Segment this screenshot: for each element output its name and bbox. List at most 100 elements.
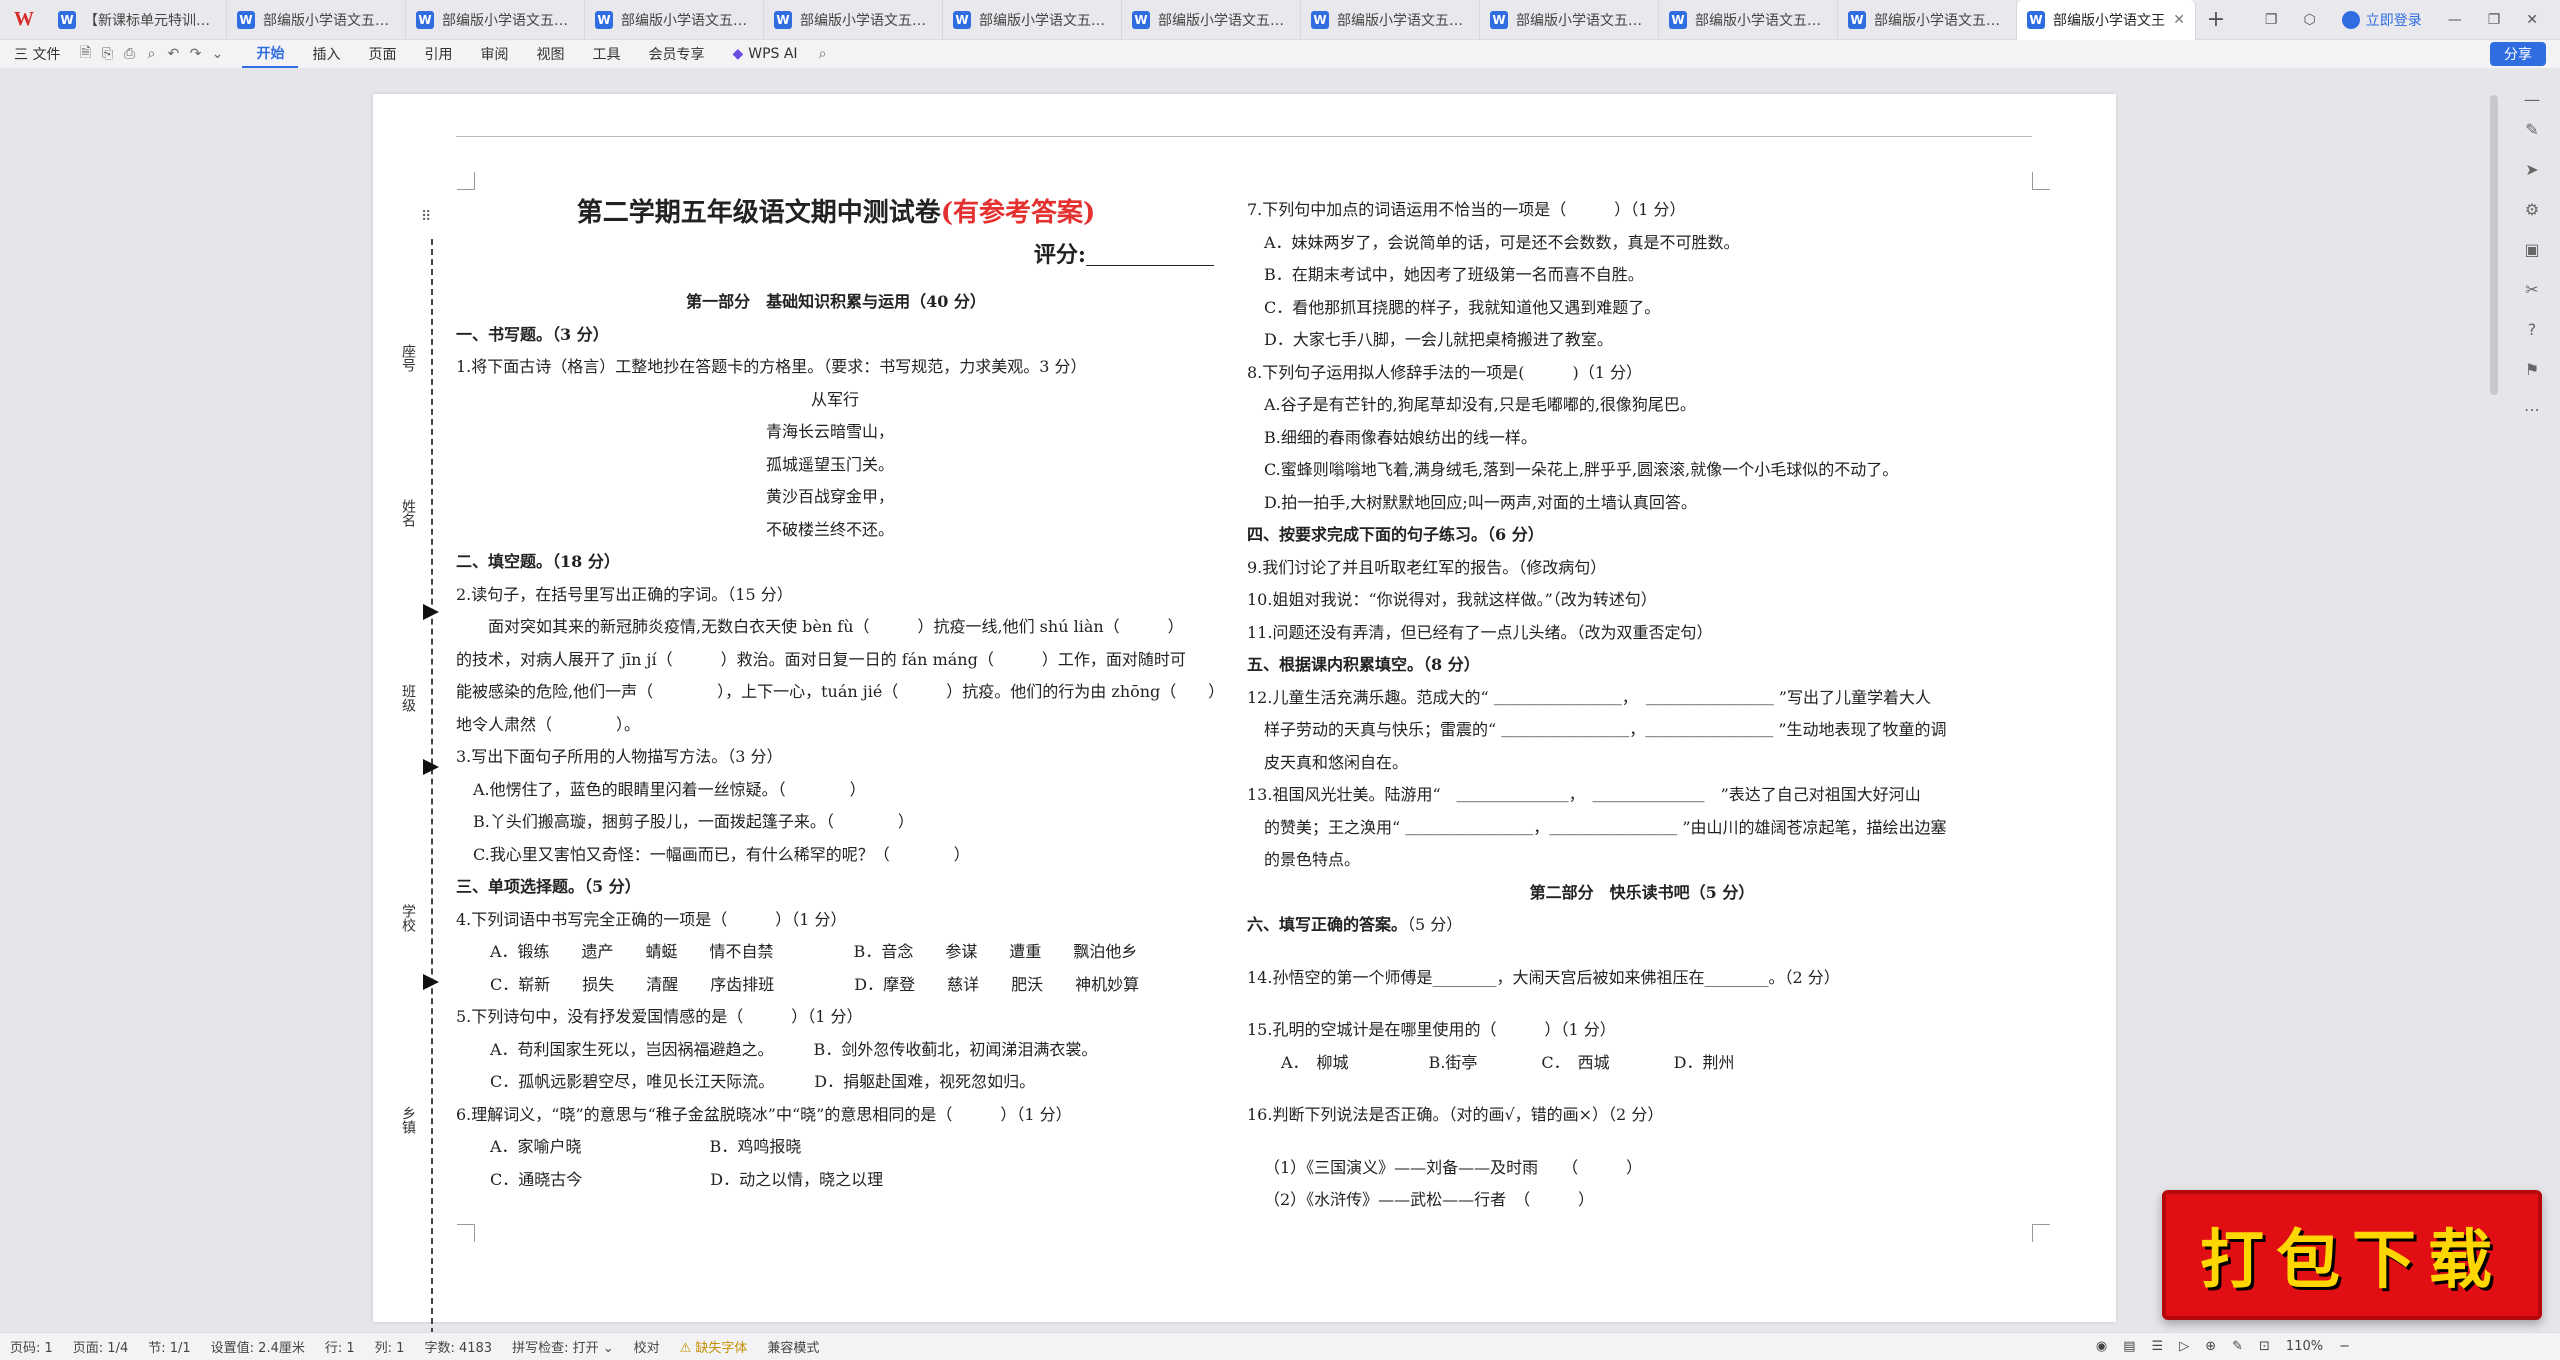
zoom-level[interactable]: 110% — [2286, 1339, 2323, 1354]
document-page[interactable]: ⠿ 座号 姓名 班级 学校 乡镇 第二学期五年级语文期中测试卷(有参考答案) 评… — [373, 94, 2116, 1334]
tab-doc[interactable]: W部编版小学语文五年级下 — [406, 0, 585, 40]
tab-first[interactable]: W【新课标单元特训】部编 — [48, 0, 227, 40]
compat-mode[interactable]: 兼容模式 — [757, 1337, 829, 1356]
download-banner[interactable]: 打包下载 — [2162, 1190, 2542, 1320]
chevron-down-icon[interactable]: ⌄ — [206, 46, 228, 62]
maximize-icon[interactable]: ❐ — [2488, 12, 2501, 28]
menu-home[interactable]: 开始 — [242, 40, 299, 68]
proofread[interactable]: 校对 — [624, 1337, 670, 1356]
help-icon[interactable]: ? — [2520, 320, 2544, 339]
zoom-controls: ◉ ▤ ☰ ▷ ⊕ ✎ ⊡ 110% − — [2096, 1339, 2560, 1354]
tools-icon[interactable]: ✂ — [2520, 280, 2544, 299]
word-doc-icon: W — [595, 10, 613, 29]
question-5: 5.下列诗句中，没有抒发爱国情感的是（ ）（1 分） — [456, 1007, 863, 1026]
right-column: 7.下列句中加点的词语运用不恰当的一项是（ ）（1 分） A．妹妹两岁了，会说简… — [1247, 194, 2037, 1216]
login-button[interactable]: 立即登录 — [2341, 10, 2422, 30]
question-7-option: A．妹妹两岁了，会说简单的话，可是还不会数数，真是不可胜数。 — [1264, 232, 1740, 252]
play-icon[interactable]: ▷ — [2179, 1339, 2189, 1354]
question-3-option: C.我心里又害怕又奇怪：一幅画而已，有什么稀罕的呢？（ ） — [473, 844, 970, 864]
image-icon[interactable]: ▣ — [2520, 240, 2544, 259]
status-setting[interactable]: 设置值: 2.4厘米 — [201, 1337, 315, 1356]
file-menu[interactable]: 三 文件 — [0, 40, 74, 68]
tab-doc[interactable]: W部编版小学语文五年级下 — [1301, 0, 1480, 40]
menu-view[interactable]: 视图 — [522, 40, 578, 68]
export-icon[interactable]: ⎘ — [96, 46, 118, 62]
tab-doc[interactable]: W部编版小学语文五年级下 — [764, 0, 943, 40]
question-13-text: 的景色特点。 — [1264, 850, 1361, 869]
word-doc-icon: W — [58, 10, 76, 29]
close-window-icon[interactable]: ✕ — [2526, 12, 2538, 28]
left-column: 第二学期五年级语文期中测试卷(有参考答案) 评分: 第一部分 基础知识积累与运用… — [456, 94, 1225, 1196]
crop-mark — [2032, 1224, 2050, 1242]
zoom-out-icon[interactable]: − — [2339, 1339, 2350, 1354]
status-section[interactable]: 节: 1/1 — [138, 1337, 200, 1356]
tab-active[interactable]: W 部编版小学语文王 ✕ — [2017, 0, 2196, 40]
section1-heading: 一、书写题。（3 分） — [456, 324, 609, 344]
edit-icon[interactable]: ✎ — [2232, 1339, 2243, 1354]
settings-icon[interactable]: ⚙ — [2520, 200, 2544, 219]
word-doc-icon: W — [953, 10, 971, 29]
question-16: 16.判断下列说法是否正确。（对的画√，错的画×）（2 分） — [1247, 1105, 1664, 1124]
missing-font-warning[interactable]: ⚠ 缺失字体 — [670, 1337, 758, 1356]
cube-icon[interactable]: ⬡ — [2303, 12, 2315, 28]
print-icon[interactable]: ⎙ — [118, 46, 140, 62]
outline-icon[interactable]: ☰ — [2152, 1339, 2164, 1354]
question-12-text: 皮天真和悠闲自在。 — [1264, 752, 1409, 772]
more-icon[interactable]: ⋯ — [2520, 400, 2544, 419]
minimize-icon[interactable]: — — [2448, 12, 2462, 28]
tab-doc[interactable]: W部编版小学语文五年级下 — [585, 0, 764, 40]
close-icon[interactable]: ✕ — [2173, 12, 2185, 28]
share-button[interactable]: 分享 — [2490, 42, 2546, 66]
download-banner-text: 打包下载 — [2200, 1223, 2504, 1298]
score-blank[interactable] — [1086, 242, 1214, 266]
question-13: 13.祖国风光壮美。陆游用“ ＿＿＿＿＿＿＿， ＿＿＿＿＿＿＿ ”表达了自己对祖… — [1247, 785, 1921, 804]
move-handle-icon[interactable]: ⠿ — [421, 209, 431, 225]
wps-logo[interactable]: W — [0, 0, 48, 40]
redo-icon[interactable]: ↷ — [184, 46, 206, 62]
wps-ai-button[interactable]: ◆ WPS AI — [718, 40, 811, 68]
status-row[interactable]: 行: 1 — [315, 1337, 365, 1356]
search-icon[interactable]: ⌕ — [812, 46, 834, 62]
status-col[interactable]: 列: 1 — [365, 1337, 415, 1356]
cursor-icon[interactable]: ➤ — [2520, 160, 2544, 179]
eye-icon[interactable]: ◉ — [2096, 1339, 2107, 1354]
tab-doc[interactable]: W部编版小学语文五年级下 — [1659, 0, 1838, 40]
undo-icon[interactable]: ↶ — [162, 46, 184, 62]
menu-member[interactable]: 会员专享 — [634, 40, 718, 68]
menu-insert[interactable]: 插入 — [298, 40, 354, 68]
status-bar: 页码: 1 页面: 1/4 节: 1/1 设置值: 2.4厘米 行: 1 列: … — [0, 1332, 2560, 1360]
binding-line — [431, 239, 433, 1334]
menu-review[interactable]: 审阅 — [466, 40, 522, 68]
fit-icon[interactable]: ⊡ — [2259, 1339, 2270, 1354]
new-tab-button[interactable]: + — [2196, 7, 2236, 32]
scrollbar[interactable] — [2490, 95, 2498, 395]
tab-doc[interactable]: W部编版小学语文五年级下 — [1122, 0, 1301, 40]
pen-icon[interactable]: ✎ — [2520, 120, 2544, 139]
preview-icon[interactable]: ⌕ — [140, 46, 162, 62]
tab-doc[interactable]: W部编版小学语文五年级下 — [943, 0, 1122, 40]
page-view-icon[interactable]: ▤ — [2123, 1339, 2135, 1354]
window-icon[interactable]: ❐ — [2265, 12, 2278, 28]
plugin-icon[interactable]: ⚑ — [2520, 360, 2544, 379]
menu-tools[interactable]: 工具 — [578, 40, 634, 68]
question-1: 1.将下面古诗（格言）工整地抄在答题卡的方格里。（要求：书写规范，力求美观。3 … — [456, 357, 1087, 376]
part2-heading: 第二部分 快乐读书吧（5 分） — [1529, 882, 1755, 902]
minus-icon[interactable]: — — [2520, 90, 2544, 109]
question-8-option: C.蜜蜂则嗡嗡地飞着,满身绒毛,落到一朵花上,胖乎乎,圆滚滚,就像一个小毛球似的… — [1264, 460, 1899, 479]
status-page[interactable]: 页码: 1 — [0, 1337, 63, 1356]
tab-doc[interactable]: W部编版小学语文五年级下 — [1480, 0, 1659, 40]
spell-check[interactable]: 拼写检查: 打开 ⌄ — [502, 1337, 624, 1356]
crop-mark — [457, 1224, 475, 1242]
save-icon[interactable]: 🗎 — [74, 42, 96, 66]
question-7: 7.下列句中加点的词语运用不恰当的一项是（ ）（1 分） — [1247, 200, 1686, 219]
question-2-text: 能被感染的危险,他们一声（ ），上下一心，tuán jié（ ）抗疫。他们的行为… — [456, 682, 1225, 701]
status-words[interactable]: 字数: 4183 — [414, 1337, 502, 1356]
globe-icon[interactable]: ⊕ — [2205, 1339, 2216, 1354]
question-6-option: A．家喻户晓 B．鸡鸣报晓 — [490, 1137, 802, 1156]
status-pages[interactable]: 页面: 1/4 — [63, 1337, 138, 1356]
menu-reference[interactable]: 引用 — [410, 40, 466, 68]
poem-line: 孤城遥望玉门关。 — [766, 454, 895, 474]
tab-doc[interactable]: W部编版小学语文五年级下 — [1838, 0, 2017, 40]
menu-page[interactable]: 页面 — [354, 40, 410, 68]
tab-doc[interactable]: W部编版小学语文五年级下 — [227, 0, 406, 40]
